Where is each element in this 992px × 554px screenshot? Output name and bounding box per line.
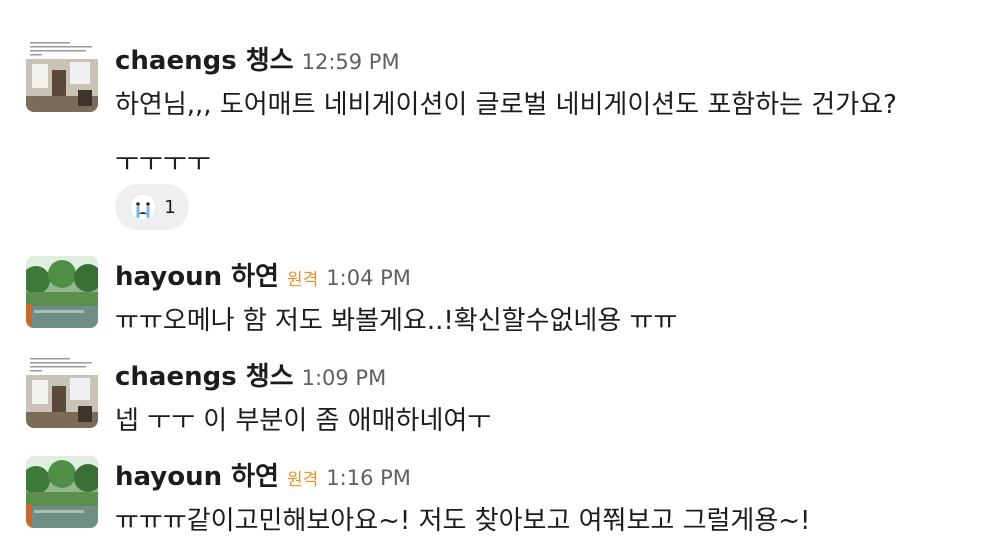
room-photo-avatar xyxy=(26,356,98,428)
timestamp[interactable]: 12:59 PM xyxy=(302,50,400,74)
sender-name[interactable]: hayoun 하연 xyxy=(115,256,279,293)
message-text: 넵 ㅜㅜ 이 부분이 좀 애매하네여ㅜ xyxy=(115,406,492,436)
avatar[interactable] xyxy=(26,356,98,428)
sender-name[interactable]: chaengs 챙스 xyxy=(115,40,294,77)
avatar[interactable] xyxy=(26,40,98,112)
forest-river-avatar xyxy=(26,256,98,328)
reaction-pill[interactable]: 1 xyxy=(115,184,189,230)
crying-face-icon xyxy=(129,193,157,221)
forest-river-avatar xyxy=(26,456,98,528)
timestamp[interactable]: 1:09 PM xyxy=(302,366,387,390)
status-badge: 원격 xyxy=(286,270,319,290)
room-photo-avatar xyxy=(26,40,98,112)
sender-name[interactable]: hayoun 하연 xyxy=(115,456,279,493)
status-badge: 원격 xyxy=(286,470,319,490)
message-text: ㅜㅜㅜㅜ xyxy=(115,148,211,178)
timestamp[interactable]: 1:16 PM xyxy=(326,466,411,490)
message-text: 하연님,,, 도어매트 네비게이션이 글로벌 네비게이션도 포함하는 건가요? xyxy=(115,90,897,120)
sender-name[interactable]: chaengs 챙스 xyxy=(115,356,294,393)
message-list: chaengs 챙스 12:59 PM 하연님,,, 도어매트 네비게이션이 글… xyxy=(0,0,992,554)
avatar[interactable] xyxy=(26,456,98,528)
message-text: ㅠㅠㅠ같이고민해보아요~! 저도 찾아보고 여쭤보고 그럴게용~! xyxy=(115,506,811,536)
timestamp[interactable]: 1:04 PM xyxy=(326,266,411,290)
reaction-count: 1 xyxy=(164,196,176,218)
avatar[interactable] xyxy=(26,256,98,328)
message-text: ㅠㅠ오메나 함 저도 봐볼게요..!확신할수없네용 ㅠㅠ xyxy=(115,306,678,336)
